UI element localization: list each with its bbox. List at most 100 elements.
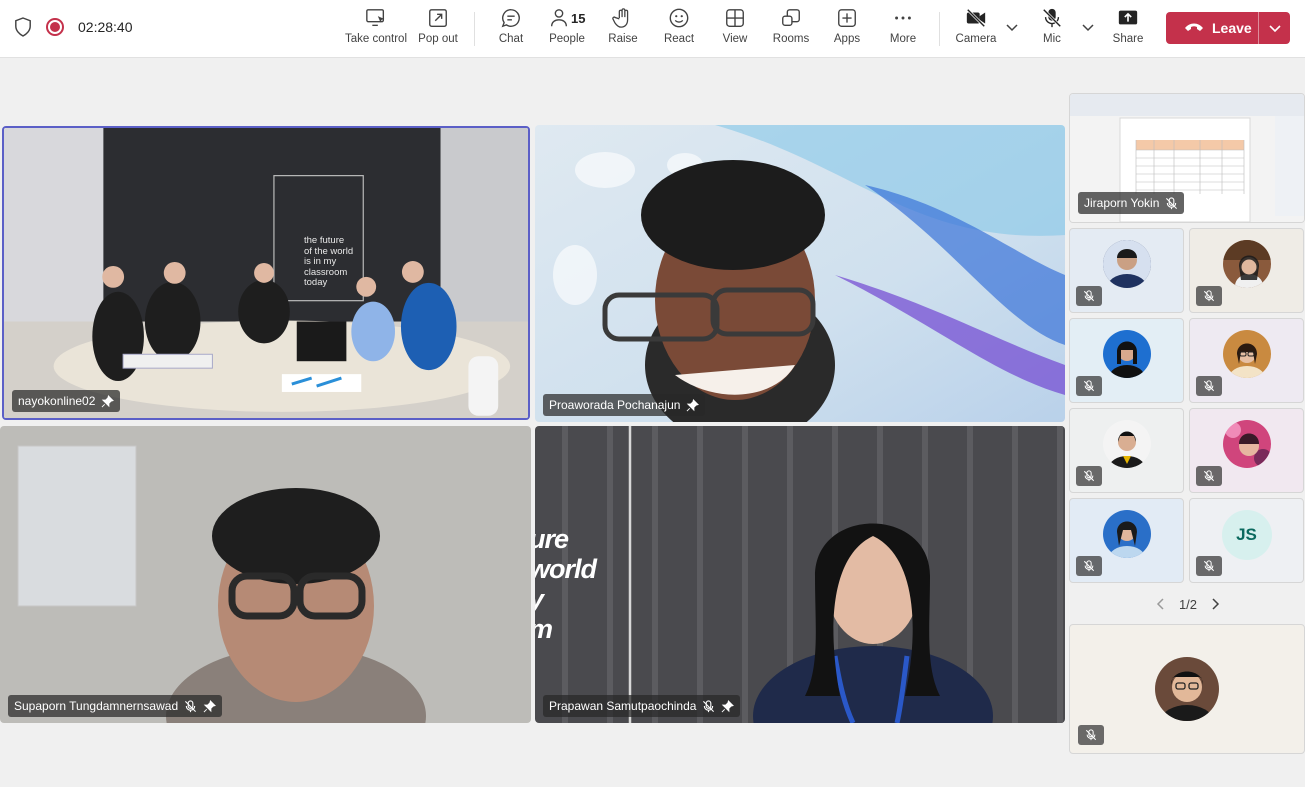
chat-icon xyxy=(501,9,520,28)
participant-avatar xyxy=(1222,239,1271,288)
chevron-left-icon[interactable] xyxy=(1155,598,1167,610)
muted-badge xyxy=(1076,466,1102,486)
muted-badge xyxy=(1196,556,1222,576)
share-screen-icon xyxy=(1118,10,1138,25)
participant-initials-avatar: JS xyxy=(1221,509,1272,560)
people-count-badge: 15 xyxy=(571,11,586,26)
participant-name-tag: Supaporn Tungdamnernsawad xyxy=(8,695,223,717)
gallery-tile[interactable] xyxy=(1189,228,1304,313)
more-button[interactable]: More xyxy=(888,7,918,51)
mic-off-icon xyxy=(1042,8,1062,28)
apps-button[interactable]: Apps xyxy=(832,7,862,51)
camera-options-chevron-icon[interactable] xyxy=(1005,20,1019,34)
rooms-icon xyxy=(782,9,800,27)
camera-off-icon xyxy=(966,8,986,28)
smiley-icon xyxy=(669,8,689,28)
muted-badge xyxy=(1196,466,1222,486)
muted-badge xyxy=(1076,376,1102,396)
mic-off-icon xyxy=(185,699,197,712)
leave-options-dropdown[interactable] xyxy=(1259,12,1290,44)
mic-off-icon xyxy=(1203,470,1215,482)
participant-avatar xyxy=(1102,509,1151,558)
meeting-timer: 02:28:40 xyxy=(78,19,133,35)
gallery-tile[interactable] xyxy=(1069,498,1184,583)
muted-badge xyxy=(1196,376,1222,396)
pin-icon[interactable] xyxy=(721,699,735,713)
screen-share-name-tag: Jiraporn Yokin xyxy=(1078,192,1185,214)
participant-avatar xyxy=(1222,419,1271,468)
video-tile-supaporn[interactable]: Supaporn Tungdamnernsawad xyxy=(0,426,531,723)
muted-badge xyxy=(1076,286,1102,306)
participant-video-feed xyxy=(535,426,1065,723)
muted-badge xyxy=(1078,725,1104,745)
wall-slogan-fragment: ure world y m xyxy=(535,524,597,644)
page-indicator: 1/2 xyxy=(1178,596,1198,612)
hang-up-icon xyxy=(1185,23,1203,31)
gallery-tile[interactable]: JS xyxy=(1189,498,1304,583)
pin-icon[interactable] xyxy=(101,394,115,408)
chat-button[interactable]: Chat xyxy=(496,7,526,51)
participant-avatar xyxy=(1102,419,1151,468)
raise-hand-button[interactable]: Raise xyxy=(608,7,638,51)
raise-hand-icon xyxy=(612,8,629,28)
apps-plus-icon xyxy=(838,9,856,27)
mic-off-icon xyxy=(1203,290,1215,302)
react-button[interactable]: React xyxy=(664,7,694,51)
mic-off-icon xyxy=(1083,290,1095,302)
participant-avatar xyxy=(1102,329,1151,378)
video-tile-prapawan[interactable]: ure world y m Prapawan Samutpaochinda xyxy=(535,426,1065,723)
mic-off-icon xyxy=(1083,470,1095,482)
participant-avatar xyxy=(1102,239,1151,288)
toolbar-divider xyxy=(939,12,940,46)
gallery-tile[interactable] xyxy=(1069,228,1184,313)
shield-icon[interactable] xyxy=(14,17,32,37)
more-dots-icon xyxy=(895,16,911,20)
pin-icon[interactable] xyxy=(686,398,700,412)
self-view-tile[interactable] xyxy=(1069,624,1305,754)
gallery-tile[interactable] xyxy=(1189,318,1304,403)
chevron-right-icon[interactable] xyxy=(1209,598,1221,610)
people-icon xyxy=(550,9,568,27)
chevron-down-icon xyxy=(1268,25,1281,33)
take-control-icon xyxy=(366,9,385,27)
gallery-tile[interactable] xyxy=(1189,408,1304,493)
mic-button[interactable]: Mic xyxy=(1038,7,1066,51)
take-control-button[interactable]: Take control xyxy=(345,7,407,51)
muted-badge xyxy=(1196,286,1222,306)
recording-icon xyxy=(46,18,64,36)
pop-out-button[interactable]: Pop out xyxy=(417,7,459,51)
meeting-toolbar: 02:28:40 Take control Pop out Chat Peopl… xyxy=(0,0,1305,58)
leave-button[interactable]: Leave xyxy=(1166,12,1258,44)
share-button[interactable]: Share xyxy=(1112,7,1144,51)
participant-avatar xyxy=(1222,329,1271,378)
mic-off-icon xyxy=(1166,196,1178,209)
classroom-video-feed xyxy=(4,128,528,418)
pin-icon[interactable] xyxy=(203,699,217,713)
meeting-status: 02:28:40 xyxy=(14,17,133,37)
video-tile-proaworada[interactable]: Proaworada Pochanajun xyxy=(535,125,1065,422)
self-avatar xyxy=(1155,657,1219,721)
participant-name-tag: Proaworada Pochanajun xyxy=(543,394,706,416)
mic-off-icon xyxy=(1203,380,1215,392)
mic-off-icon xyxy=(703,699,715,712)
gallery-tile[interactable] xyxy=(1069,408,1184,493)
participant-video-feed xyxy=(535,125,1065,422)
gallery-pager: 1/2 xyxy=(1155,594,1221,614)
mic-off-icon xyxy=(1203,560,1215,572)
mic-options-chevron-icon[interactable] xyxy=(1081,20,1095,34)
rooms-button[interactable]: Rooms xyxy=(772,7,810,51)
mic-off-icon xyxy=(1083,560,1095,572)
pop-out-icon xyxy=(429,9,447,27)
toolbar-divider xyxy=(474,12,475,46)
participant-name-tag: Prapawan Samutpaochinda xyxy=(543,695,741,717)
mic-off-icon xyxy=(1083,380,1095,392)
view-button[interactable]: View xyxy=(720,7,750,51)
participant-video-feed xyxy=(0,426,531,723)
video-tile-nayokonline02[interactable]: the future of the world is in my classro… xyxy=(2,126,530,420)
muted-badge xyxy=(1076,556,1102,576)
grid-view-icon xyxy=(726,9,744,27)
camera-button[interactable]: Camera xyxy=(955,7,997,51)
screen-share-tile[interactable]: Jiraporn Yokin xyxy=(1069,93,1305,223)
wall-slogan: the future of the world is in my classro… xyxy=(304,235,354,288)
gallery-tile[interactable] xyxy=(1069,318,1184,403)
